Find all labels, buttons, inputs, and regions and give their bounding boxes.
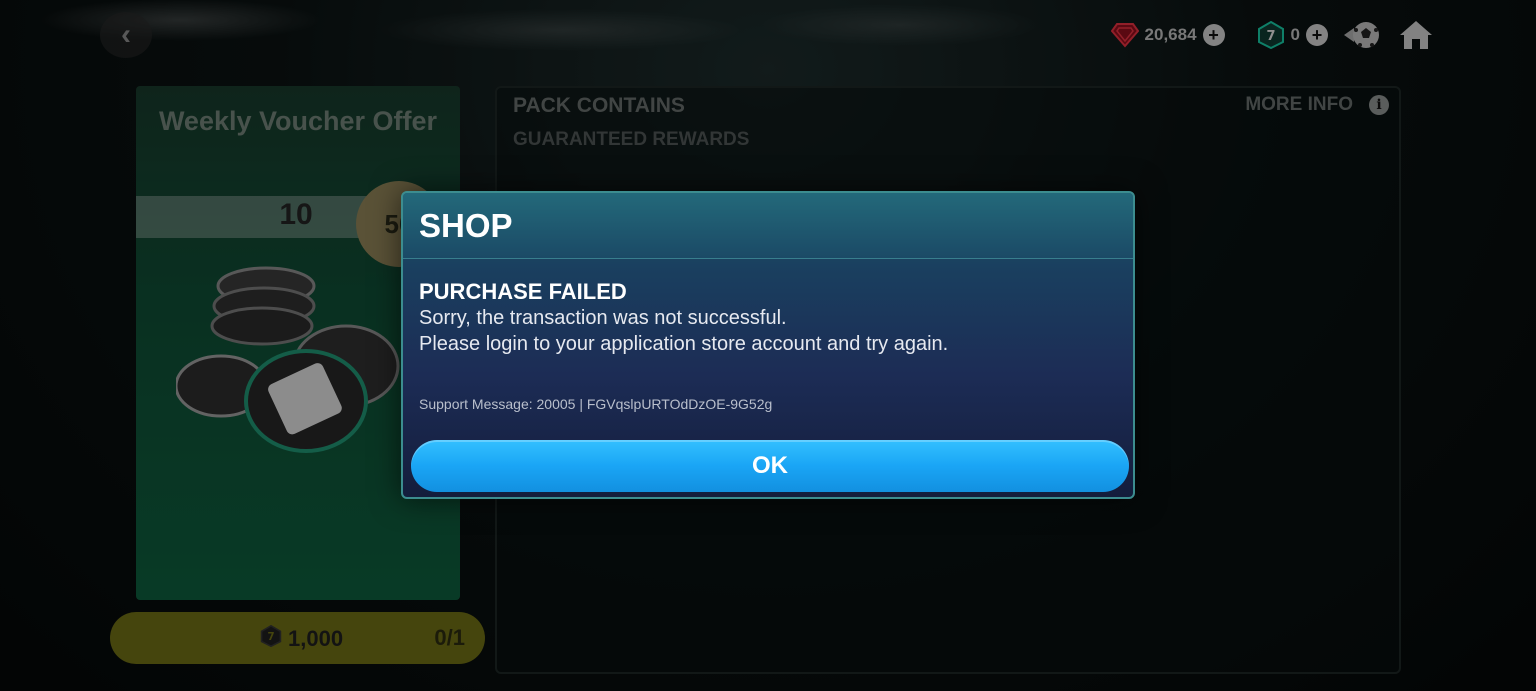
error-title: PURCHASE FAILED <box>419 279 627 304</box>
support-message: Support Message: 20005 | FGVqslpURTOdDzO… <box>419 396 773 412</box>
dialog-title: SHOP <box>419 207 513 244</box>
purchase-failed-dialog: SHOP PURCHASE FAILED Sorry, the transact… <box>401 191 1135 499</box>
error-message-line1: Sorry, the transaction was not successfu… <box>419 307 787 329</box>
error-message-line2: Please login to your application store a… <box>419 333 949 355</box>
dialog-header: SHOP <box>403 193 1133 259</box>
ok-button[interactable]: OK <box>411 440 1129 492</box>
